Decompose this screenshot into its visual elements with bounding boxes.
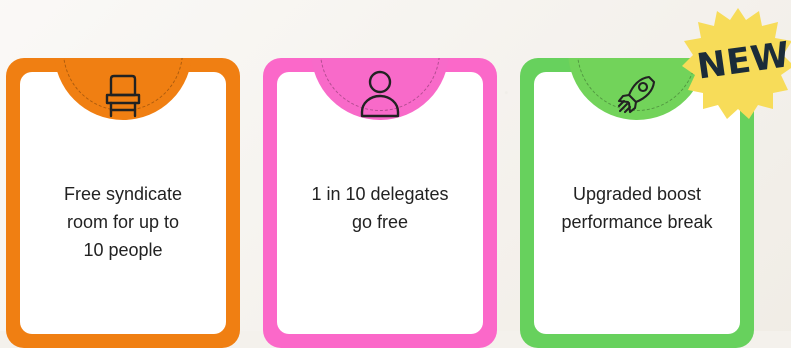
feature-card-syndicate-room: Free syndicate room for up to 10 people [6,58,240,348]
feature-card-line: 10 people [83,240,163,260]
feature-card-line: Free syndicate [63,184,183,204]
rocket-icon [609,66,665,122]
feature-card-line: 1 in 10 delegates [311,184,449,204]
feature-card-line: Upgraded boost [572,184,702,204]
new-badge: NEW [682,8,791,126]
feature-card-line: performance break [561,212,713,232]
feature-card-delegates-free: 1 in 10 delegates go free [263,58,497,348]
feature-card-line: go free [351,212,409,232]
feature-card-text: Upgraded boost performance break [538,180,736,236]
chair-icon [95,66,151,122]
feature-card-line: room for up to [66,212,180,232]
person-icon [352,66,408,122]
feature-card-text: 1 in 10 delegates go free [281,180,479,236]
feature-card-text: Free syndicate room for up to 10 people [24,180,222,264]
